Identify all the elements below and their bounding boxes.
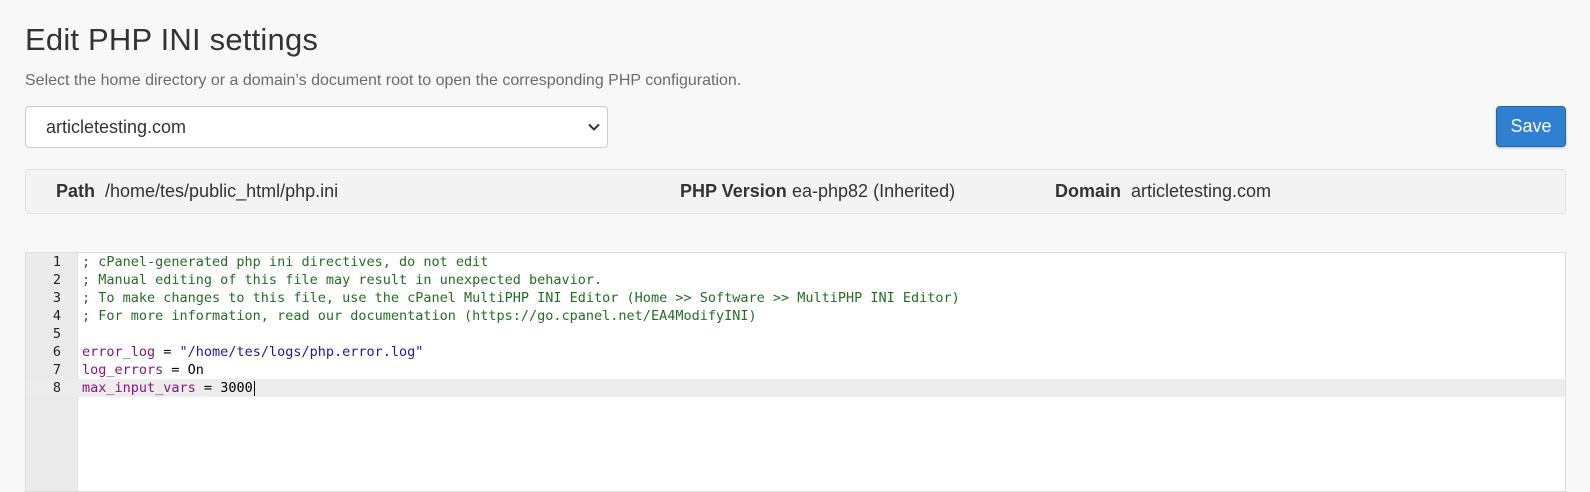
chevron-down-icon [588, 123, 600, 131]
code-comment: ; For more information, read our documen… [82, 308, 757, 324]
domain-select-value: articletesting.com [46, 116, 187, 137]
line-number: 5 [52, 326, 61, 342]
domain-value: articletesting.com [1131, 181, 1272, 201]
code-line[interactable]: 2 ; Manual editing of this file may resu… [26, 271, 1565, 289]
code-line-active[interactable]: 8 max_input_vars = 3000 [26, 379, 1565, 397]
directive-key: max_input_vars [82, 380, 196, 396]
path-label: Path [56, 181, 96, 201]
path-value: /home/tes/public_html/php.ini [105, 181, 339, 201]
code-line[interactable]: 3 ; To make changes to this file, use th… [26, 289, 1565, 307]
directive-operator: = [195, 380, 221, 396]
code-comment: ; cPanel-generated php ini directives, d… [82, 254, 489, 270]
save-button[interactable]: Save [1496, 106, 1566, 147]
directive-value: On [187, 362, 204, 378]
line-number: 7 [52, 362, 61, 378]
code-comment: ; Manual editing of this file may result… [82, 272, 603, 288]
directive-key: error_log [82, 344, 156, 360]
ini-code-editor[interactable]: 1 ; cPanel-generated php ini directives,… [25, 252, 1566, 492]
domain-select[interactable]: articletesting.com [25, 106, 608, 148]
directive-operator: = [155, 344, 180, 360]
directive-value: 3000 [220, 380, 253, 396]
line-number: 6 [52, 344, 61, 360]
php-info-bar: Path /home/tes/public_html/php.ini PHP V… [25, 169, 1566, 214]
line-number: 3 [52, 290, 61, 306]
directive-value: "/home/tes/logs/php.error.log" [179, 344, 424, 360]
page-subtitle: Select the home directory or a domain’s … [25, 72, 742, 89]
code-directive: max_input_vars = 3000 [82, 379, 255, 397]
code-line[interactable]: 4 ; For more information, read our docum… [26, 307, 1565, 325]
page-title: Edit PHP INI settings [25, 22, 319, 57]
code-line[interactable]: 5 [26, 325, 1565, 343]
directive-operator: = [163, 362, 188, 378]
code-directive: error_log = "/home/tes/logs/php.error.lo… [82, 343, 423, 361]
php-version-value: ea-php82 (Inherited) [792, 181, 956, 201]
php-version-label: PHP Version [680, 181, 787, 201]
code-comment: ; To make changes to this file, use the … [82, 290, 960, 306]
code-line[interactable]: 7 log_errors = On [26, 361, 1565, 379]
domain-label: Domain [1055, 181, 1122, 201]
line-number: 2 [52, 272, 61, 288]
text-cursor [253, 380, 255, 396]
code-line[interactable]: 6 error_log = "/home/tes/logs/php.error.… [26, 343, 1565, 361]
code-line[interactable]: 1 ; cPanel-generated php ini directives,… [26, 253, 1565, 271]
line-number: 4 [52, 308, 61, 324]
code-directive: log_errors = On [82, 361, 204, 379]
directive-key: log_errors [82, 362, 164, 378]
line-number: 8 [52, 380, 61, 396]
line-number: 1 [52, 254, 61, 270]
